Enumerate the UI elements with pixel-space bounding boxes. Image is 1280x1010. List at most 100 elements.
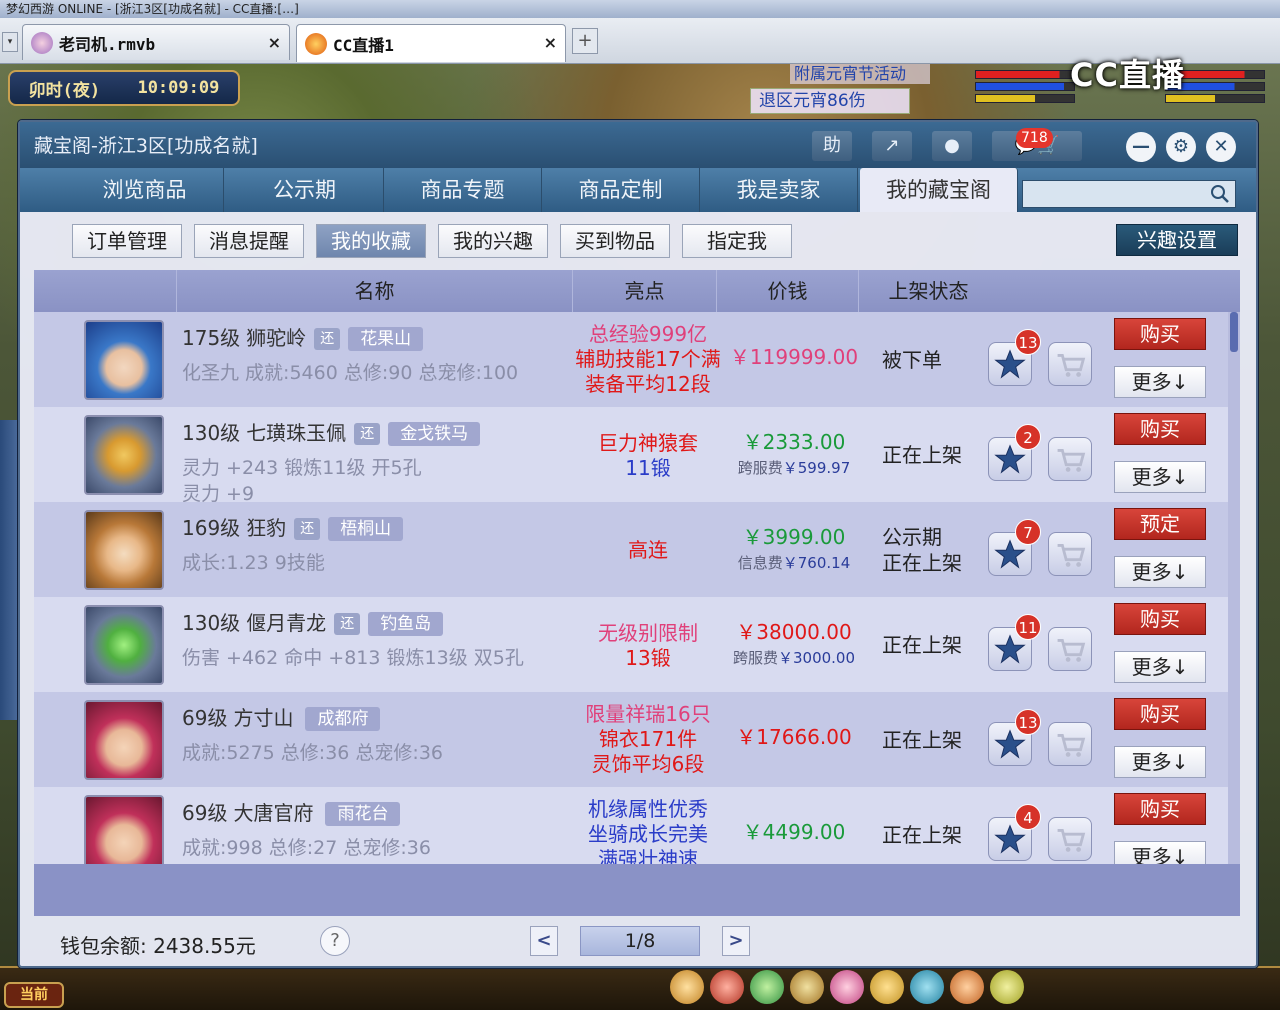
table-row[interactable]: 169级 狂豹还梧桐山 成长:1.23 9技能 高连 ￥3999.00 信息费￥760.1… — [34, 502, 1228, 597]
nav-seller[interactable]: 我是卖家 — [700, 168, 858, 212]
server-badge: 金戈铁马 — [388, 422, 481, 446]
highlight-text: 限量祥瑞16只 — [585, 702, 711, 726]
item-avatar[interactable] — [84, 320, 164, 400]
help-icon[interactable]: ? — [320, 926, 350, 956]
add-to-cart-button[interactable] — [1048, 817, 1092, 861]
server-badge: 雨花台 — [325, 802, 401, 826]
favorite-button[interactable]: 13 — [988, 329, 1041, 386]
item-avatar[interactable] — [84, 700, 164, 780]
nav-my-pavilion[interactable]: 我的藏宝阁 — [860, 168, 1018, 212]
next-page-button[interactable]: > — [722, 926, 750, 956]
buy-button[interactable]: 购买 — [1114, 793, 1206, 825]
add-to-cart-button[interactable] — [1048, 627, 1092, 671]
table-row[interactable]: 175级 狮驼岭还花果山 化圣九 成就:5460 总修:90 总宠修:100 总经验9… — [34, 312, 1228, 407]
subtab-interests[interactable]: 我的兴趣 — [438, 224, 548, 258]
table-scrollbar[interactable] — [1228, 312, 1240, 864]
interest-settings-button[interactable]: 兴趣设置 — [1116, 224, 1238, 256]
item-highlights: 巨力神猿套 11锻 — [568, 415, 728, 481]
team-icon[interactable] — [710, 970, 744, 1004]
item-status: 被下单 — [882, 312, 992, 407]
subtab-favorites[interactable]: 我的收藏 — [316, 224, 426, 258]
share-button[interactable]: ↗ — [872, 131, 912, 161]
item-avatar[interactable] — [84, 415, 164, 495]
more-dropdown-button[interactable]: 更多↓ — [1114, 651, 1206, 683]
item-status: 公示期 正在上架 — [882, 502, 992, 597]
buy-button[interactable]: 购买 — [1114, 318, 1206, 350]
item-avatar[interactable] — [84, 510, 164, 590]
item-title: 130级 七璜珠玉佩还金戈铁马 — [182, 417, 481, 446]
minimize-button[interactable]: — — [1126, 132, 1156, 162]
item-title: 175级 狮驼岭还花果山 — [182, 322, 424, 351]
more-dropdown-button[interactable]: 更多↓ — [1114, 461, 1206, 493]
event-banner-top[interactable]: 附属元宵节活动 — [790, 64, 930, 84]
search-icon[interactable] — [1209, 183, 1231, 205]
settings-button[interactable]: ⚙ — [1166, 132, 1196, 162]
tab-list-dropdown[interactable]: ▾ — [2, 32, 18, 52]
table-row[interactable]: 69级 方寸山 成都府 成就:5275 总修:36 总宠修:36 限量祥瑞16只 锦衣17… — [34, 692, 1228, 787]
add-to-cart-button[interactable] — [1048, 532, 1092, 576]
more-dropdown-button[interactable]: 更多↓ — [1114, 366, 1206, 398]
buy-button[interactable]: 购买 — [1114, 698, 1206, 730]
item-level: 130级 — [182, 611, 241, 635]
buy-button[interactable]: 预定 — [1114, 508, 1206, 540]
help-button[interactable]: 助 — [812, 131, 852, 161]
nav-public[interactable]: 公示期 — [226, 168, 384, 212]
item-avatar[interactable] — [84, 605, 164, 685]
favorite-count-badge: 13 — [1015, 709, 1041, 735]
quest-icon[interactable] — [790, 970, 824, 1004]
record-button[interactable]: ● — [932, 131, 972, 161]
nav-browse[interactable]: 浏览商品 — [66, 168, 224, 212]
add-to-cart-button[interactable] — [1048, 722, 1092, 766]
tab-label: 老司机.rmvb — [59, 34, 156, 54]
nav-topics[interactable]: 商品专题 — [384, 168, 542, 212]
favorite-button[interactable]: 7 — [988, 519, 1041, 576]
new-tab-button[interactable]: + — [572, 28, 598, 54]
favorite-button[interactable]: 13 — [988, 709, 1041, 766]
system-icon[interactable] — [990, 970, 1024, 1004]
dialog-titlebar[interactable]: 藏宝阁-浙江3区[功成名就] 助 ↗ ● 💬🛒 718 — ⚙ ✕ — [20, 122, 1256, 168]
close-icon[interactable]: × — [268, 33, 281, 52]
item-details: 成就:5275 总修:36 总宠修:36 — [182, 742, 443, 764]
messages-cart-button[interactable]: 💬🛒 718 — [992, 128, 1082, 161]
prev-page-button[interactable]: < — [530, 926, 558, 956]
buy-button[interactable]: 购买 — [1114, 413, 1206, 445]
subtab-assigned[interactable]: 指定我 — [682, 224, 792, 258]
server-badge: 钓鱼岛 — [368, 612, 444, 636]
table-row[interactable]: 130级 七璜珠玉佩还金戈铁马 灵力 +243 锻炼11级 开5孔 灵力 +9 巨力神猿… — [34, 407, 1228, 505]
favorite-button[interactable]: 4 — [988, 804, 1041, 861]
bag-icon[interactable] — [670, 970, 704, 1004]
favorite-button[interactable]: 11 — [988, 614, 1041, 671]
highlight-text: 灵饰平均6段 — [591, 752, 705, 776]
event-banner[interactable]: 退区元宵86伤 — [750, 88, 910, 114]
subtab-orders[interactable]: 订单管理 — [72, 224, 182, 258]
item-title: 130级 偃月青龙还钓鱼岛 — [182, 607, 444, 636]
add-to-cart-button[interactable] — [1048, 437, 1092, 481]
item-level: 169级 — [182, 516, 241, 540]
table-row[interactable]: 130级 偃月青龙还钓鱼岛 伤害 +462 命中 +813 锻炼13级 双5孔 无级别… — [34, 597, 1228, 692]
map-icon[interactable] — [910, 970, 944, 1004]
more-dropdown-button[interactable]: 更多↓ — [1114, 556, 1206, 588]
header-name: 名称 — [176, 270, 572, 312]
skill-icon[interactable] — [750, 970, 784, 1004]
fee-line: 跨服费￥3000.00 — [714, 645, 874, 671]
close-button[interactable]: ✕ — [1206, 132, 1236, 162]
nav-custom[interactable]: 商品定制 — [542, 168, 700, 212]
item-details: 成长:1.23 9技能 — [182, 552, 325, 574]
add-to-cart-button[interactable] — [1048, 342, 1092, 386]
buy-button[interactable]: 购买 — [1114, 603, 1206, 635]
channel-current-tag[interactable]: 当前 — [4, 982, 64, 1008]
subtab-bought[interactable]: 买到物品 — [560, 224, 670, 258]
search-input[interactable] — [1022, 180, 1236, 208]
item-price-cell: ￥38000.00 跨服费￥3000.00 — [714, 619, 874, 671]
close-icon[interactable]: × — [544, 33, 557, 52]
guild-icon[interactable] — [870, 970, 904, 1004]
mall-icon[interactable] — [950, 970, 984, 1004]
more-dropdown-button[interactable]: 更多↓ — [1114, 746, 1206, 778]
friend-icon[interactable] — [830, 970, 864, 1004]
tab-video[interactable]: 老司机.rmvb × — [22, 24, 290, 60]
favorite-button[interactable]: 2 — [988, 424, 1041, 481]
tab-cc-live[interactable]: CC直播1 × — [296, 24, 566, 62]
subtab-messages[interactable]: 消息提醒 — [194, 224, 304, 258]
scrollbar-thumb[interactable] — [1230, 312, 1238, 352]
item-avatar[interactable] — [84, 795, 164, 875]
